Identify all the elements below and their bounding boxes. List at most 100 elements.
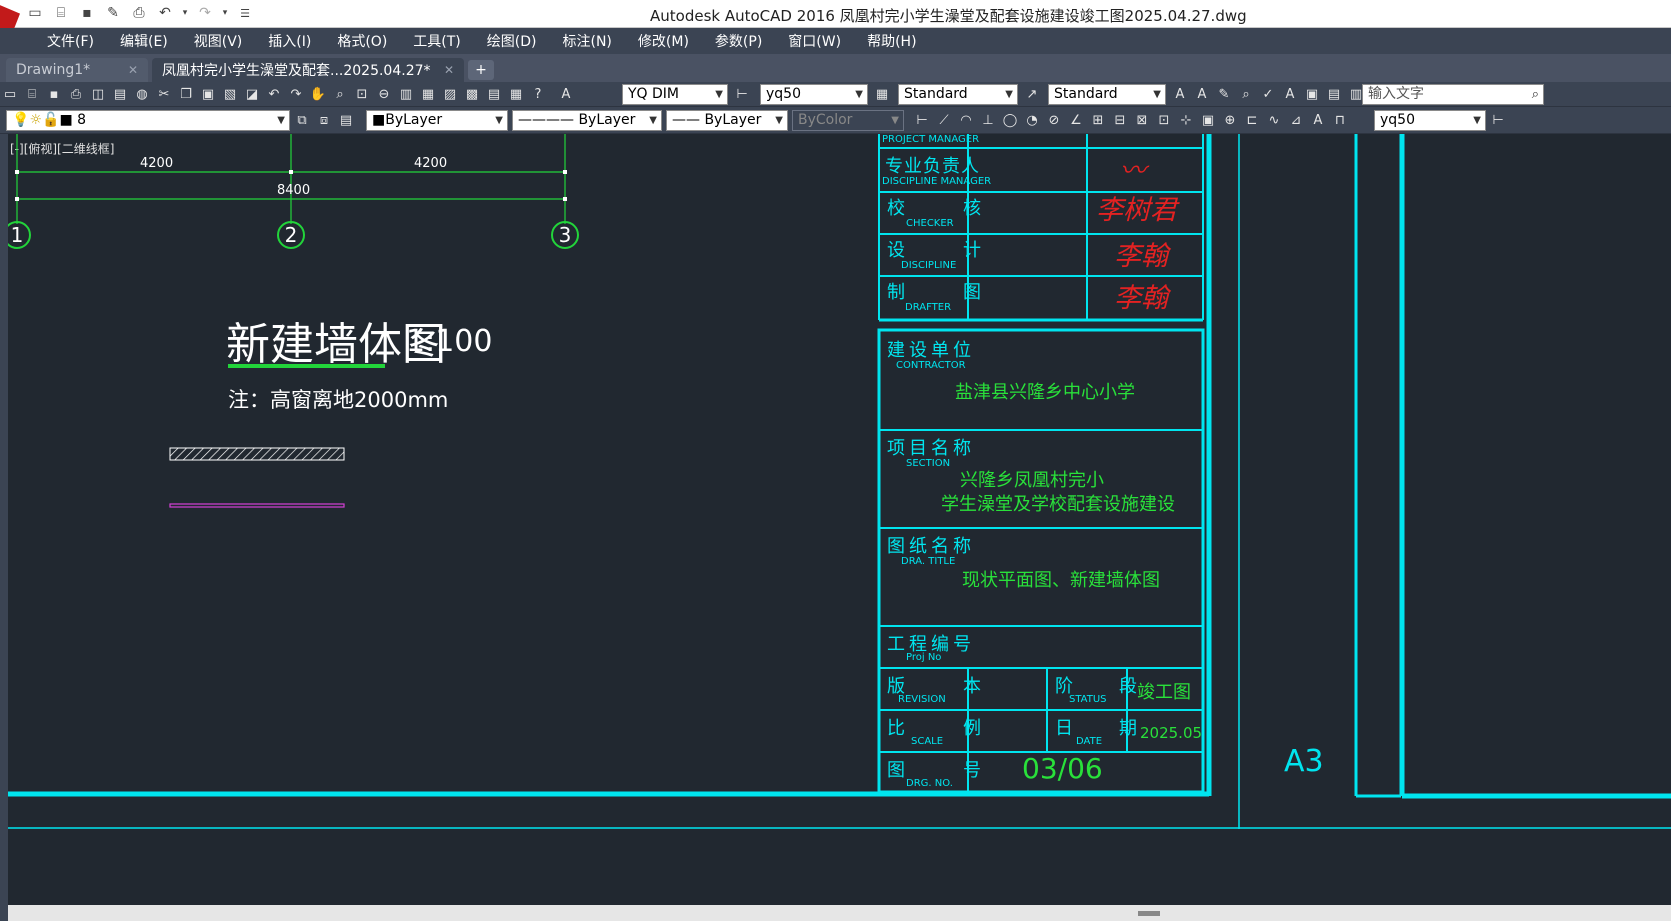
dim-style-dropdown[interactable]: yq50 ▼ — [760, 84, 868, 105]
angular-dim-icon[interactable]: ∠ — [1066, 111, 1086, 129]
close-icon[interactable]: ✕ — [128, 63, 138, 77]
open-icon[interactable]: ⌸ — [22, 85, 42, 103]
aligned-dim-icon[interactable]: ⟋ — [934, 111, 954, 129]
save-as-icon[interactable]: ✎ — [102, 3, 124, 23]
match-properties-icon[interactable]: ▧ — [220, 85, 240, 103]
menu-tools[interactable]: 工具(T) — [400, 31, 473, 51]
plot-icon[interactable]: ⎙ — [66, 85, 86, 103]
close-icon[interactable]: ✕ — [444, 63, 454, 77]
inspection-icon[interactable]: ⊏ — [1242, 111, 1262, 129]
linetype-dropdown[interactable]: ———— ByLayer ▼ — [512, 110, 662, 131]
center-mark-icon[interactable]: ⊕ — [1220, 111, 1240, 129]
menu-edit[interactable]: 编辑(E) — [107, 31, 181, 51]
calculator-icon[interactable]: ▦ — [506, 85, 526, 103]
markup-icon[interactable]: ▤ — [484, 85, 504, 103]
new-tab-button[interactable]: + — [468, 60, 494, 80]
zoom-window-icon[interactable]: ⊡ — [352, 85, 372, 103]
jogged-linear-icon[interactable]: ∿ — [1264, 111, 1284, 129]
properties-icon[interactable]: ▥ — [396, 85, 416, 103]
zoom-realtime-icon[interactable]: ⌕ — [330, 85, 350, 103]
color-dropdown[interactable]: ■ByLayer ▼ — [366, 110, 508, 131]
dim-break-icon[interactable]: ⊹ — [1176, 111, 1196, 129]
dim-update-icon[interactable]: ⊓ — [1330, 111, 1350, 129]
dim-scale-dropdown[interactable]: yq50 ▼ — [1374, 110, 1486, 131]
horizontal-scroll-thumb[interactable] — [1138, 911, 1160, 916]
layer-states-icon[interactable]: ▤ — [336, 111, 356, 129]
menu-view[interactable]: 视图(V) — [181, 31, 256, 51]
cut-icon[interactable]: ✂ — [154, 85, 174, 103]
undo-icon[interactable]: ↶ — [264, 85, 284, 103]
text-style-icon[interactable]: A — [556, 85, 576, 103]
radius-dim-icon[interactable]: ◯ — [1000, 111, 1020, 129]
lineweight-dropdown[interactable]: —— ByLayer ▼ — [666, 110, 788, 131]
tolerance-icon[interactable]: ▣ — [1198, 111, 1218, 129]
pan-icon[interactable]: ✋ — [308, 85, 328, 103]
edit-text-icon[interactable]: ✎ — [1214, 85, 1234, 103]
multiline-text-icon[interactable]: A — [1192, 85, 1212, 103]
spell-check-icon[interactable]: ✓ — [1258, 85, 1278, 103]
make-current-layer-icon[interactable]: ⧉ — [292, 111, 312, 129]
plot-preview-icon[interactable]: ◫ — [88, 85, 108, 103]
menu-params[interactable]: 参数(P) — [702, 31, 775, 51]
undo-icon[interactable]: ↶ — [154, 3, 176, 23]
ordinate-dim-icon[interactable]: ⊥ — [978, 111, 998, 129]
dim-text-edit-icon[interactable]: A — [1308, 111, 1328, 129]
tab-main-drawing[interactable]: 凤凰村完小学生澡堂及配套...2025.04.27* ✕ — [152, 58, 464, 82]
quick-dim-icon[interactable]: ⊞ — [1088, 111, 1108, 129]
redo-dropdown-icon[interactable]: ▾ — [220, 3, 230, 23]
find-text-icon[interactable]: ⌕ — [1236, 85, 1256, 103]
baseline-dim-icon[interactable]: ⊟ — [1110, 111, 1130, 129]
zoom-previous-icon[interactable]: ⊖ — [374, 85, 394, 103]
paste-icon[interactable]: ▣ — [198, 85, 218, 103]
text-justify-icon[interactable]: ▣ — [1302, 85, 1322, 103]
tab-drawing1[interactable]: Drawing1* ✕ — [6, 58, 148, 82]
dim-edit-icon[interactable]: ⊿ — [1286, 111, 1306, 129]
save-icon[interactable]: ▪ — [44, 85, 64, 103]
multileader-style-dropdown[interactable]: Standard ▼ — [1048, 84, 1166, 105]
tool-palettes-icon[interactable]: ▨ — [440, 85, 460, 103]
menu-window[interactable]: 窗口(W) — [775, 31, 854, 51]
jogged-dim-icon[interactable]: ◔ — [1022, 111, 1042, 129]
redo-icon[interactable]: ↷ — [286, 85, 306, 103]
layer-dropdown[interactable]: 💡☼🔓■ 8 ▼ — [6, 110, 290, 131]
open-file-icon[interactable]: ⌸ — [50, 3, 72, 23]
undo-dropdown-icon[interactable]: ▾ — [180, 3, 190, 23]
help-icon[interactable]: ? — [528, 85, 548, 103]
print-icon[interactable]: ⎙ — [128, 3, 150, 23]
menu-file[interactable]: 文件(F) — [34, 31, 107, 51]
text-style-dropdown[interactable]: YQ DIM ▼ — [622, 84, 728, 105]
table-style-icon[interactable]: ▦ — [872, 85, 892, 103]
publish-icon[interactable]: ▤ — [110, 85, 130, 103]
customize-qat-icon[interactable]: ☰ — [234, 3, 256, 23]
copy-icon[interactable]: ❐ — [176, 85, 196, 103]
drawing-canvas[interactable]: [-][俯视][二维线框] 4200 4200 8400 1 2 3 新建墙体图… — [8, 134, 1671, 907]
menu-help[interactable]: 帮助(H) — [854, 31, 929, 51]
diameter-dim-icon[interactable]: ⊘ — [1044, 111, 1064, 129]
linear-dim-icon[interactable]: ⊢ — [912, 111, 932, 129]
layer-previous-icon[interactable]: ⧈ — [314, 111, 334, 129]
new-icon[interactable]: ▭ — [0, 85, 20, 103]
search-text-input[interactable]: 输入文字 ⌕ — [1362, 84, 1544, 105]
dim-style-icon[interactable]: ⊢ — [732, 85, 752, 103]
menu-format[interactable]: 格式(O) — [324, 31, 400, 51]
new-file-icon[interactable]: ▭ — [24, 3, 46, 23]
single-line-text-icon[interactable]: A — [1170, 85, 1190, 103]
table-style-dropdown[interactable]: Standard ▼ — [898, 84, 1018, 105]
arc-length-icon[interactable]: ◠ — [956, 111, 976, 129]
3d-print-icon[interactable]: ◍ — [132, 85, 152, 103]
dim-space-icon[interactable]: ⊡ — [1154, 111, 1174, 129]
menu-insert[interactable]: 插入(I) — [255, 31, 324, 51]
design-center-icon[interactable]: ▦ — [418, 85, 438, 103]
multileader-style-icon[interactable]: ↗ — [1022, 85, 1042, 103]
text-convert-icon[interactable]: ▤ — [1324, 85, 1344, 103]
search-icon[interactable]: ⌕ — [1532, 85, 1539, 104]
save-icon[interactable]: ▪ — [76, 3, 98, 23]
text-scale-icon[interactable]: A — [1280, 85, 1300, 103]
menu-dimension[interactable]: 标注(N) — [550, 31, 625, 51]
menu-modify[interactable]: 修改(M) — [625, 31, 702, 51]
block-editor-icon[interactable]: ◪ — [242, 85, 262, 103]
dim-style-manager-icon[interactable]: ⊢ — [1488, 111, 1508, 129]
continue-dim-icon[interactable]: ⊠ — [1132, 111, 1152, 129]
redo-icon[interactable]: ↷ — [194, 3, 216, 23]
menu-draw[interactable]: 绘图(D) — [474, 31, 550, 51]
